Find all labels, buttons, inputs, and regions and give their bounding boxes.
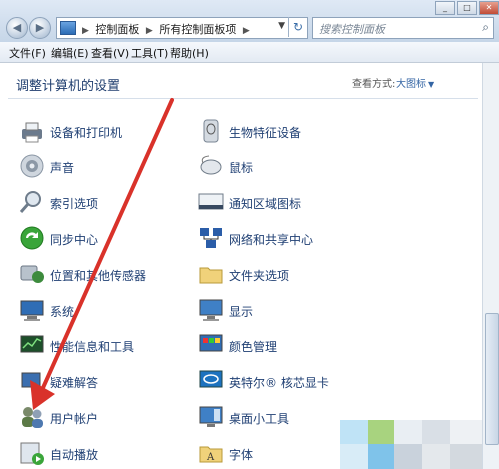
refresh-icon[interactable]: ↻ [288, 17, 307, 37]
blur-block [422, 444, 450, 469]
blur-block [394, 444, 422, 469]
item-mouse[interactable]: 鼠标 [197, 152, 377, 180]
blur-block [340, 420, 368, 444]
item-performance-tools[interactable]: 性能信息和工具 [18, 331, 198, 359]
breadcrumb-arrow-icon: ▶ [242, 26, 250, 36]
item-biometric-devices[interactable]: 生物特征设备 [197, 117, 377, 145]
item-troubleshooting[interactable]: 疑难解答 [18, 367, 198, 395]
computer-icon [20, 300, 44, 321]
view-by-label: 查看方式: [352, 79, 396, 90]
printer-icon [22, 122, 42, 143]
breadcrumb-arrow-icon: ▶ [82, 26, 89, 36]
blur-block [422, 420, 450, 444]
search-icon[interactable]: ⌕ [482, 20, 489, 35]
blur-block [368, 444, 394, 469]
breadcrumb-arrow-icon: ▶ [145, 26, 153, 36]
maximize-button[interactable]: □ [457, 1, 477, 15]
back-button[interactable]: ◀ [6, 17, 28, 39]
autoplay-icon [20, 442, 44, 465]
network-icon [200, 228, 222, 248]
item-devices-printers[interactable]: 设备和打印机 [18, 117, 198, 145]
item-display[interactable]: 显示 [197, 296, 377, 324]
item-sound[interactable]: 声音 [18, 152, 198, 180]
vertical-scrollbar[interactable] [482, 63, 499, 469]
blur-block [450, 420, 482, 444]
item-intel-graphics[interactable]: 英特尔® 核芯显卡 [197, 367, 377, 395]
users-icon [22, 407, 43, 428]
intel-graphics-icon [199, 370, 223, 388]
menu-help[interactable]: 帮助(H) [170, 45, 209, 61]
mouse-icon [200, 155, 222, 175]
gadgets-icon [199, 406, 223, 427]
address-bar-area: _ □ ✕ ◀ ▶ ▶ 控制面板 ▶ 所有控制面板项 ▶ ▼ ↻ 搜索控制面板 ⌕ [0, 0, 499, 43]
fonts-folder-icon: A [199, 446, 223, 463]
sensor-icon [20, 265, 44, 283]
blur-block [368, 420, 394, 444]
content-pane: 调整计算机的设置 查看方式: 大图标 ▼ 设备和打印机 声音 索引选项 同步中心… [0, 63, 482, 469]
item-notification-icons[interactable]: 通知区域图标 [197, 188, 377, 216]
breadcrumb-control-panel[interactable]: 控制面板 [95, 23, 139, 36]
item-color-management[interactable]: 颜色管理 [197, 331, 377, 359]
menu-view[interactable]: 查看(V) [91, 45, 129, 61]
menu-edit[interactable]: 编辑(E) [51, 45, 89, 61]
forward-button[interactable]: ▶ [29, 17, 51, 39]
view-by-dropdown[interactable]: 大图标 ▼ [396, 75, 434, 90]
chevron-down-icon: ▼ [428, 80, 435, 89]
item-system[interactable]: 系统 [18, 296, 198, 324]
item-network-sharing[interactable]: 网络和共享中心 [197, 224, 377, 252]
page-title: 调整计算机的设置 [16, 79, 121, 94]
search-placeholder: 搜索控制面板 [319, 23, 385, 36]
item-user-accounts[interactable]: 用户帐户 [18, 403, 198, 431]
blur-block [340, 444, 368, 469]
menu-file[interactable]: 文件(F) [9, 45, 46, 61]
control-panel-icon [60, 21, 76, 35]
view-by-value: 大图标 [396, 79, 426, 90]
minimize-button[interactable]: _ [435, 1, 455, 15]
blur-block [394, 420, 422, 444]
folder-icon [199, 267, 223, 284]
fingerprint-icon [203, 119, 219, 143]
control-panel-window: _ □ ✕ ◀ ▶ ▶ 控制面板 ▶ 所有控制面板项 ▶ ▼ ↻ 搜索控制面板 ⌕ … [0, 0, 499, 469]
search-input[interactable]: 搜索控制面板 ⌕ [312, 17, 494, 39]
close-button[interactable]: ✕ [479, 1, 499, 15]
performance-icon [20, 335, 44, 353]
blur-block [450, 444, 482, 469]
breadcrumb-all-items[interactable]: 所有控制面板项 [159, 23, 236, 36]
item-autoplay[interactable]: 自动播放 [18, 439, 198, 467]
item-location-sensors[interactable]: 位置和其他传感器 [18, 260, 198, 288]
troubleshoot-icon [21, 372, 44, 393]
divider [8, 98, 478, 99]
notification-area-icon [198, 193, 224, 210]
scrollbar-thumb[interactable] [485, 313, 499, 445]
window-controls: _ □ ✕ [433, 0, 499, 15]
svg-text:A: A [206, 452, 215, 463]
item-folder-options[interactable]: 文件夹选项 [197, 260, 377, 288]
menu-bar: 文件(F) 编辑(E) 查看(V) 工具(T) 帮助(H) [0, 42, 499, 63]
address-field[interactable]: ▶ 控制面板 ▶ 所有控制面板项 ▶ ▼ [56, 17, 308, 39]
breadcrumb: ▶ 控制面板 ▶ 所有控制面板项 ▶ [79, 21, 253, 37]
speaker-icon [20, 154, 44, 178]
menu-tools[interactable]: 工具(T) [131, 45, 168, 61]
item-indexing-options[interactable]: 索引选项 [18, 188, 198, 216]
color-management-icon [199, 334, 223, 352]
item-sync-center[interactable]: 同步中心 [18, 224, 198, 252]
address-dropdown-icon[interactable]: ▼ [278, 21, 285, 31]
monitor-icon [199, 299, 223, 321]
magnifier-icon [19, 191, 41, 213]
sync-icon [20, 226, 44, 250]
